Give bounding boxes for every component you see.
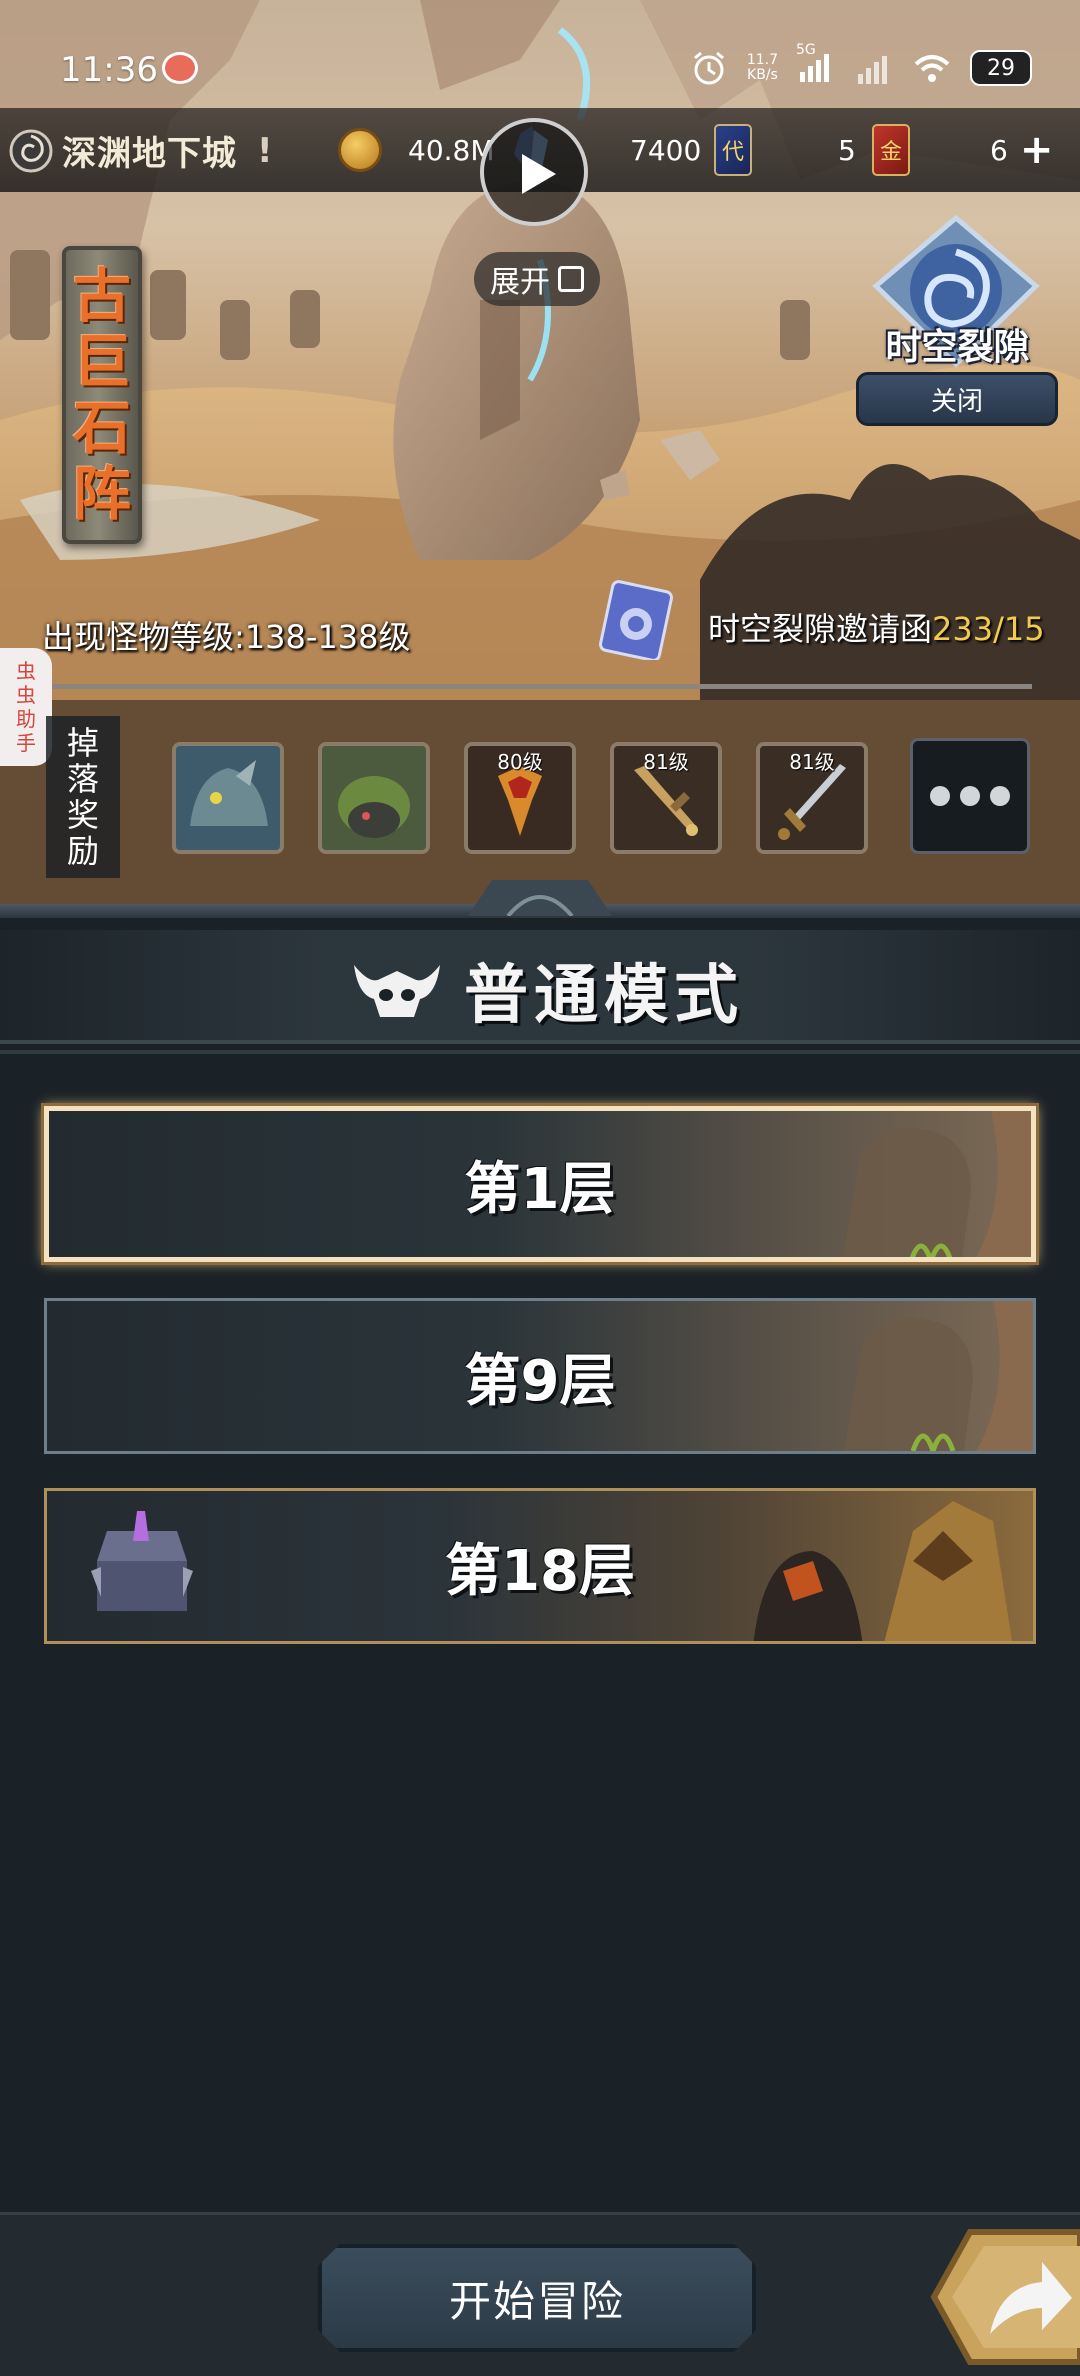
drop-char-2: 落 — [66, 760, 99, 798]
abyss-swirl-icon — [9, 129, 53, 172]
floor-18-label: 第18层 — [445, 1538, 635, 1604]
zone-name-plaque: 古 巨 石 阵 — [62, 246, 142, 544]
info-alert-icon[interactable]: ! — [257, 131, 273, 171]
invitation-label: 时空裂隙邀请函 — [708, 610, 933, 648]
more-rewards-button[interactable] — [910, 738, 1030, 854]
ticket-b-counter: 金 6 + — [872, 122, 1053, 178]
reward-golden-sword[interactable]: 81级 — [610, 742, 722, 854]
status-bar: 11:36 11.7 KB/s 5G 29 — [0, 40, 1080, 104]
invitation-count: 233/15 — [932, 610, 1045, 648]
red-ticket-icon: 金 — [872, 124, 910, 176]
blue-ticket-icon: 代 — [714, 124, 752, 176]
reward-level: 80级 — [497, 750, 543, 774]
clock: 11:36 — [60, 50, 158, 90]
moss-golem-icon — [322, 746, 426, 850]
play-icon — [522, 154, 556, 194]
share-arrow-button[interactable] — [930, 2222, 1080, 2372]
helper-char-3: 助 — [16, 707, 36, 731]
drop-char-1: 掉 — [66, 724, 99, 762]
helper-char-2: 虫 — [16, 683, 36, 707]
drop-char-3: 奖 — [66, 796, 99, 834]
net-speed-value: 11.7 — [746, 52, 778, 68]
battery-icon: 29 — [970, 50, 1032, 86]
play-video-button[interactable] — [480, 118, 588, 226]
gold-counter: 40.8M — [338, 122, 495, 178]
add-ticket-button[interactable]: + — [1020, 130, 1054, 170]
reward-level: 81级 — [789, 750, 835, 774]
expand-label: 展开 — [490, 265, 550, 300]
invitation-letter-icon — [598, 580, 674, 660]
crystal-value: 7400 — [630, 133, 702, 167]
dot — [930, 786, 950, 806]
gold-coin-icon — [338, 128, 382, 172]
expand-icon — [558, 266, 584, 292]
ticket-a-value: 5 — [838, 133, 856, 167]
dungeon-title[interactable]: 深渊地下城 ! — [8, 126, 273, 175]
wifi-icon — [914, 55, 950, 82]
net-speed: 11.7 KB/s — [747, 53, 778, 83]
rift-close-button[interactable]: 关闭 — [856, 372, 1058, 426]
reward-level: 81级 — [643, 750, 689, 774]
ticket-b-value: 6 — [990, 133, 1008, 167]
zone-char-2: 巨 — [72, 328, 131, 396]
mode-title-text: 普通模式 — [464, 959, 744, 1033]
helper-char-1: 虫 — [16, 659, 36, 683]
helper-side-tab[interactable]: 虫 虫 助 手 — [0, 648, 52, 766]
rift-label: 时空裂隙 — [885, 327, 1030, 368]
battery-level: 29 — [987, 55, 1015, 81]
reward-armored-dragon[interactable] — [172, 742, 284, 854]
floor-1-label: 第1层 — [464, 1156, 616, 1222]
helper-char-4: 手 — [16, 731, 36, 755]
reward-moss-golem[interactable] — [318, 742, 430, 854]
zone-char-3: 石 — [72, 394, 131, 462]
signal-group: 5G — [796, 42, 836, 88]
hero-divider — [42, 684, 1032, 689]
alarm-icon — [693, 51, 724, 85]
dot — [990, 786, 1010, 806]
network-type: 5G — [796, 42, 816, 58]
expand-button[interactable]: 展开 — [474, 252, 600, 306]
armored-dragon-icon — [176, 746, 280, 850]
signal-icon-2 — [858, 56, 887, 84]
app-notification-icon — [162, 52, 198, 84]
mode-title: 普通模式 — [350, 940, 744, 1040]
drop-char-4: 励 — [66, 832, 99, 870]
dungeon-name: 深渊地下城 — [62, 134, 237, 174]
net-speed-unit: KB/s — [747, 67, 778, 83]
floor-9-label: 第9层 — [464, 1348, 616, 1414]
start-adventure-button[interactable]: 开始冒险 — [318, 2244, 756, 2352]
zone-char-1: 古 — [72, 262, 131, 330]
zone-char-4: 阵 — [72, 460, 131, 528]
floor-9-button[interactable]: 第9层 — [44, 1298, 1036, 1454]
dot — [960, 786, 980, 806]
floor-18-button[interactable]: 第18层 — [44, 1488, 1036, 1644]
drop-rewards-label: 掉 落 奖 励 — [46, 716, 120, 878]
reward-steel-greatsword[interactable]: 81级 — [756, 742, 868, 854]
ticket-a-counter: 代 5 — [714, 122, 856, 178]
demon-skull-icon — [354, 965, 440, 1017]
floor-1-button[interactable]: 第1层 — [44, 1106, 1036, 1262]
reward-flame-axe[interactable]: 80级 — [464, 742, 576, 854]
status-icons: 11.7 KB/s 5G 29 — [689, 42, 1032, 88]
panel-notch-ornament — [468, 880, 612, 916]
invitation-count-text: 时空裂隙邀请函233/15 — [708, 604, 1045, 650]
monster-level-text: 出现怪物等级:138-138级 — [42, 618, 411, 656]
